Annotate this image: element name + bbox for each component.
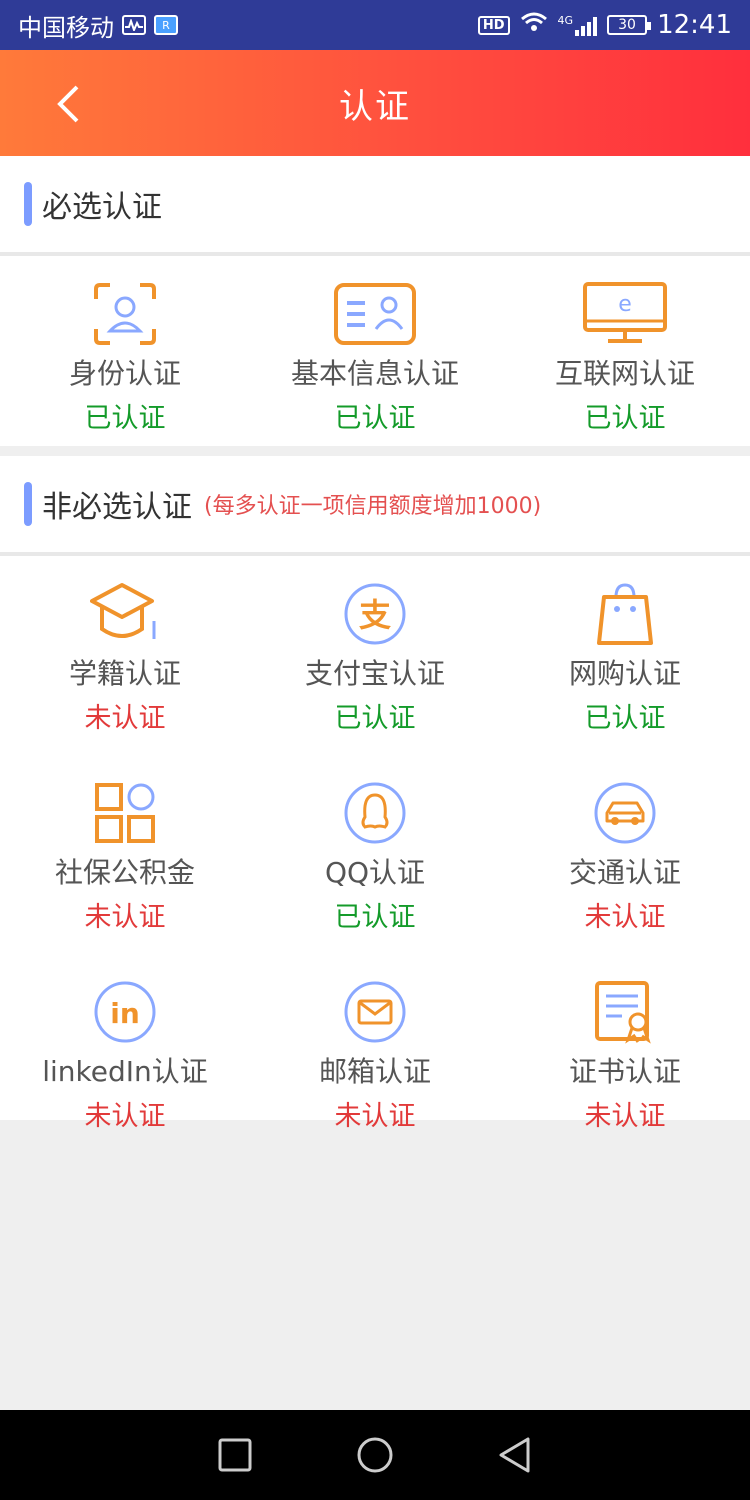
auth-item-social-security[interactable]: 社保公积金 未认证 [0,777,250,934]
auth-status: 已认证 [584,403,666,434]
accent-bar [24,182,32,226]
auth-item-alipay[interactable]: 支 支付宝认证 已认证 [250,578,500,735]
app-notification-icon: R [154,15,178,35]
app-header: 认证 [0,50,750,156]
activity-icon [122,15,146,35]
required-grid: 身份认证 已认证 基本信息认证 已认证 e 互联网认证 已认证 [0,256,750,435]
auth-item-name: 社保公积金 [54,856,195,889]
battery-level: 30 [618,17,636,33]
auth-status: 已认证 [584,703,666,734]
auth-item-name: 支付宝认证 [304,657,445,690]
svg-text:in: in [110,997,140,1030]
auth-status: 未认证 [334,1101,416,1132]
auth-status: 未认证 [84,902,166,933]
battery-icon: 30 [607,15,652,35]
auth-item-name: 身份认证 [68,357,181,390]
auth-item-name: QQ认证 [324,856,426,889]
carrier-group: 中国移动 R [18,8,178,43]
auth-item-name: linkedIn认证 [42,1055,208,1088]
auth-status: 已认证 [334,403,416,434]
back-button[interactable] [48,82,88,126]
auth-status: 未认证 [584,1101,666,1132]
auth-item-identity[interactable]: 身份认证 已认证 [0,278,250,435]
auth-status: 未认证 [84,1101,166,1132]
hd-badge: HD [477,15,510,35]
auth-item-basic-info[interactable]: 基本信息认证 已认证 [250,278,500,435]
qq-icon [339,777,411,849]
optional-section-header: 非必选认证 (每多认证一项信用额度增加1000) [0,456,750,552]
auth-item-internet[interactable]: e 互联网认证 已认证 [500,278,750,435]
alipay-icon: 支 [339,578,411,650]
certificate-icon [589,976,661,1048]
system-back-button[interactable] [485,1425,545,1485]
optional-section: 非必选认证 (每多认证一项信用额度增加1000) 学籍认证 未认证 支 支付宝认… [0,456,750,1132]
auth-item-qq[interactable]: QQ认证 已认证 [250,777,500,934]
auth-status: 已认证 [334,703,416,734]
auth-item-name: 交通认证 [568,856,681,889]
home-button[interactable] [345,1425,405,1485]
shopping-bag-icon [589,578,661,650]
auth-item-name: 学籍认证 [68,657,181,690]
status-bar: 中国移动 R HD 4G 30 12:41 [0,0,750,50]
auth-item-name: 邮箱认证 [318,1055,431,1088]
signal-icon: 4G [558,14,598,36]
square-icon [218,1438,252,1472]
chevron-left-icon [57,85,79,123]
graduation-cap-icon [89,578,161,650]
carrier-name: 中国移动 [18,13,114,42]
auth-item-linkedin[interactable]: in linkedIn认证 未认证 [0,976,250,1133]
auth-item-name: 网购认证 [568,657,681,690]
system-nav-bar [0,1410,750,1500]
monitor-icon: e [583,278,667,350]
optional-section-label: 非必选认证 [42,490,192,525]
auth-status: 未认证 [84,703,166,734]
wifi-icon [520,11,548,39]
auth-item-certificate[interactable]: 证书认证 未认证 [500,976,750,1133]
auth-status: 未认证 [584,902,666,933]
id-scan-icon [89,278,161,350]
mail-icon [339,976,411,1048]
recent-apps-button[interactable] [205,1425,265,1485]
id-card-icon [334,278,416,350]
auth-item-email[interactable]: 邮箱认证 未认证 [250,976,500,1133]
network-type: 4G [557,14,574,27]
auth-status: 已认证 [334,902,416,933]
auth-item-name: 互联网认证 [554,357,695,390]
auth-status: 已认证 [84,403,166,434]
required-section: 必选认证 身份认证 已认证 基本信息认证 已认证 e 互联网认证 已认证 [0,156,750,446]
optional-section-note: (每多认证一项信用额度增加1000) [204,494,542,519]
svg-text:e: e [618,292,632,317]
accent-bar [24,482,32,526]
car-icon [589,777,661,849]
auth-item-name: 证书认证 [568,1055,681,1088]
svg-text:支: 支 [359,596,391,634]
clock: 12:41 [657,10,732,40]
grid-apps-icon [89,777,161,849]
auth-item-education[interactable]: 学籍认证 未认证 [0,578,250,735]
required-section-header: 必选认证 [0,156,750,252]
optional-grid: 学籍认证 未认证 支 支付宝认证 已认证 网购认证 已认证 社保公积金 未认证 … [0,556,750,1133]
page-title: 认证 [339,86,411,127]
linkedin-icon: in [89,976,161,1048]
circle-icon [357,1437,393,1473]
status-right: HD 4G 30 12:41 [477,10,732,40]
triangle-back-icon [499,1437,530,1473]
auth-item-name: 基本信息认证 [290,357,459,390]
auth-item-online-shopping[interactable]: 网购认证 已认证 [500,578,750,735]
auth-item-transport[interactable]: 交通认证 未认证 [500,777,750,934]
required-section-label: 必选认证 [42,190,162,225]
